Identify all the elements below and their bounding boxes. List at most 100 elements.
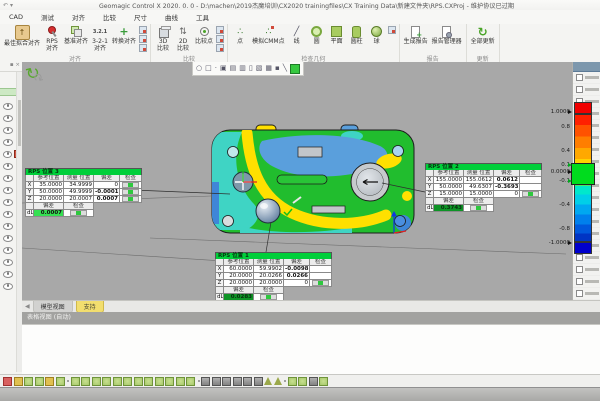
view-toolbar-icon[interactable] [102,377,111,386]
eye-icon[interactable] [3,115,13,122]
pin-icon[interactable]: ▪ [10,62,14,68]
eye-icon[interactable] [3,127,13,134]
right-panel-row[interactable] [573,264,600,276]
view-toolbar-icon[interactable] [274,377,282,385]
checkbox[interactable] [576,86,583,93]
ribbon-button[interactable]: 3.2.13-2-1 对齐 [90,25,110,52]
menu-item-测试[interactable]: 测试 [32,10,63,24]
dot-icon[interactable]: · [215,62,217,75]
mini-button[interactable] [139,26,147,34]
ribbon-button[interactable]: 2D 比较 [173,25,193,52]
view-toolbar-icon[interactable] [222,377,231,386]
colorbar-arrow[interactable] [568,170,572,174]
eye-icon[interactable] [3,187,13,194]
ribbon-button[interactable]: 全部更新 [469,25,497,46]
view-toolbar-icon[interactable] [309,377,318,386]
view-toolbar-icon[interactable] [144,377,153,386]
ribbon-button[interactable]: 生成报告 [402,25,430,46]
colorbar-arrow[interactable] [568,163,572,167]
mini-button[interactable] [216,44,224,52]
checkbox[interactable] [576,74,583,81]
menu-item-对齐[interactable]: 对齐 [63,10,94,24]
rps-table-title[interactable]: RPS 位置 2 [425,163,542,170]
mini-button[interactable] [388,26,396,34]
ribbon-button[interactable]: 转换对齐 [110,25,138,46]
ribbon-button[interactable]: 3D 比较 [153,25,173,52]
mini-button[interactable] [216,26,224,34]
view-toolbar-icon[interactable] [288,377,297,386]
pin-view-icon[interactable]: ▪ [275,62,280,75]
eye-icon[interactable] [3,271,13,278]
mini-button[interactable] [216,35,224,43]
mini-button[interactable] [139,35,147,43]
eye-icon[interactable] [3,139,13,146]
view-toolbar-icon[interactable] [264,377,272,385]
view-toolbar-icon[interactable] [254,377,263,386]
ribbon-button[interactable]: 点 [230,25,250,46]
view-toolbar-icon[interactable] [298,377,307,386]
shade-icon[interactable]: ▣ [220,62,227,75]
view-toolbar-icon[interactable] [35,377,44,386]
right-panel-row[interactable] [573,288,600,300]
color-swatch-icon[interactable] [290,64,300,74]
line-icon[interactable]: ╲ [283,62,287,75]
eye-icon[interactable] [3,199,13,206]
column-icon[interactable]: ▯ [249,62,253,75]
view-toolbar-icon[interactable] [201,377,210,386]
view-toolbar-icon[interactable] [3,377,12,386]
right-panel-row[interactable] [573,72,600,84]
scrollbar-thumb[interactable] [18,100,21,146]
view-toolbar-icon[interactable] [71,377,80,386]
view-toolbar-icon[interactable] [113,377,122,386]
view-toolbar-icon[interactable] [243,377,252,386]
eye-icon[interactable] [3,235,13,242]
colorbar-arrow[interactable] [568,110,572,114]
ribbon-button[interactable]: 最佳拟合对齐 [2,25,42,48]
eye-icon[interactable] [3,211,13,218]
box-select-icon[interactable]: □ [205,62,212,75]
checkbox[interactable] [576,290,583,297]
ribbon-button[interactable]: 基准对齐 [62,25,90,46]
view-toolbar-icon[interactable] [14,377,23,386]
eye-icon[interactable] [3,103,13,110]
view-toolbar-icon[interactable] [45,377,54,386]
ribbon-button[interactable]: 模拟CMM点 [250,25,287,46]
close-icon[interactable]: × [15,62,20,68]
grid-icon[interactable]: ▦ [265,62,272,75]
view-toolbar-icon[interactable] [212,377,221,386]
view-toolbar-icon[interactable] [56,377,65,386]
panel-icon[interactable]: ▥ [239,62,246,75]
mini-button[interactable] [139,44,147,52]
view-toolbar-icon[interactable] [186,377,195,386]
ribbon-button[interactable]: RPS 对齐 [42,25,62,52]
right-panel-row[interactable] [573,84,600,96]
tab-back-icon[interactable]: ◀ [25,303,30,310]
menu-item-比较[interactable]: 比较 [94,10,125,24]
right-panel-row[interactable] [573,276,600,288]
eye-icon[interactable] [3,247,13,254]
eye-icon[interactable] [3,163,13,170]
brush-icon[interactable]: ▧ [256,62,263,75]
view-toolbar-icon[interactable] [24,377,33,386]
rps-table-title[interactable]: RPS 位置 3 [25,168,142,175]
ribbon-button[interactable]: 线 [287,25,307,46]
table-view-header[interactable]: 表格视图 (自动) [22,312,600,324]
ribbon-button[interactable]: 平面 [327,25,347,46]
rps-table-title[interactable]: RPS 位置 1 [215,252,332,259]
tab-support[interactable]: 支持 [76,301,104,313]
print-icon[interactable]: ▤ [230,62,237,75]
menu-item-尺寸[interactable]: 尺寸 [125,10,156,24]
view-toolbar-icon[interactable] [81,377,90,386]
checkbox[interactable] [576,278,583,285]
menu-item-曲线[interactable]: 曲线 [156,10,187,24]
eye-icon[interactable] [3,175,13,182]
view-toolbar-icon[interactable] [92,377,101,386]
menu-item-工具[interactable]: 工具 [187,10,218,24]
ribbon-button[interactable]: 圆 [307,25,327,46]
circle-select-icon[interactable]: ○ [196,62,202,75]
undo-icon[interactable]: ↶ [3,2,8,9]
menu-item-CAD[interactable]: CAD [0,11,32,23]
eye-icon[interactable] [3,223,13,230]
ribbon-button[interactable]: 报告管理器 [430,25,464,46]
ribbon-button[interactable]: 球 [367,25,387,46]
